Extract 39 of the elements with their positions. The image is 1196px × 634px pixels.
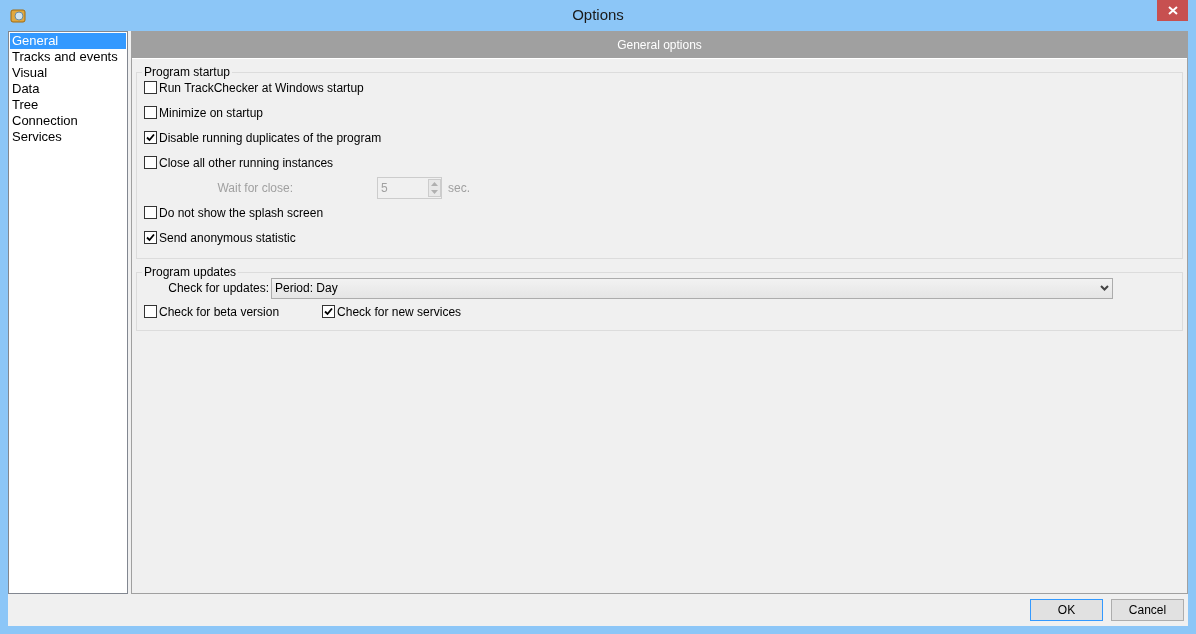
unit-label: sec.: [448, 179, 470, 197]
checkmark-icon: [146, 133, 155, 142]
checkbox[interactable]: [144, 206, 157, 219]
sidebar-item[interactable]: Visual: [10, 65, 126, 81]
dropdown[interactable]: Period: Day: [271, 277, 1113, 299]
sidebar-item[interactable]: Data: [10, 81, 126, 97]
sidebar-item[interactable]: Tracks and events: [10, 49, 126, 65]
checkbox-label[interactable]: Do not show the splash screen: [159, 203, 324, 222]
sidebar-item[interactable]: Services: [10, 129, 126, 145]
checkbox[interactable]: [144, 305, 157, 318]
group-title: Program updates: [143, 264, 238, 281]
checkbox-label[interactable]: Close all other running instances: [159, 153, 334, 172]
window-title: Options: [572, 5, 624, 26]
sidebar-item[interactable]: Connection: [10, 113, 126, 129]
checkbox[interactable]: [144, 81, 157, 94]
checkbox-label[interactable]: Disable running duplicates of the program: [159, 128, 382, 147]
checkmark-icon: [146, 233, 155, 242]
checkbox[interactable]: [144, 156, 157, 169]
group-title: Program startup: [143, 64, 232, 81]
checkmark-icon: [324, 307, 334, 316]
close-icon: [1167, 6, 1178, 15]
field-label: Wait for close:: [216, 179, 294, 197]
checkbox[interactable]: [322, 305, 336, 318]
chevron-down-icon: [1100, 285, 1109, 291]
checkbox-label[interactable]: Send anonymous statistic: [159, 228, 296, 247]
checkbox[interactable]: [144, 231, 157, 244]
panel-header: General options: [132, 32, 1187, 59]
checkbox-label[interactable]: Check for new services: [337, 302, 462, 321]
sidebar-item[interactable]: Tree: [10, 97, 126, 113]
app-icon: [10, 7, 27, 24]
checkbox-label[interactable]: Check for beta version: [159, 302, 280, 321]
dialog-button[interactable]: Cancel: [1111, 599, 1184, 621]
checkbox-label[interactable]: Minimize on startup: [159, 103, 264, 122]
checkbox-label[interactable]: Run TrackChecker at Windows startup: [159, 78, 364, 97]
checkbox[interactable]: [144, 131, 157, 144]
dialog-button[interactable]: OK: [1030, 599, 1103, 621]
checkbox[interactable]: [144, 106, 157, 119]
close-button[interactable]: [1157, 0, 1188, 21]
field-label: Check for updates:: [167, 280, 270, 297]
